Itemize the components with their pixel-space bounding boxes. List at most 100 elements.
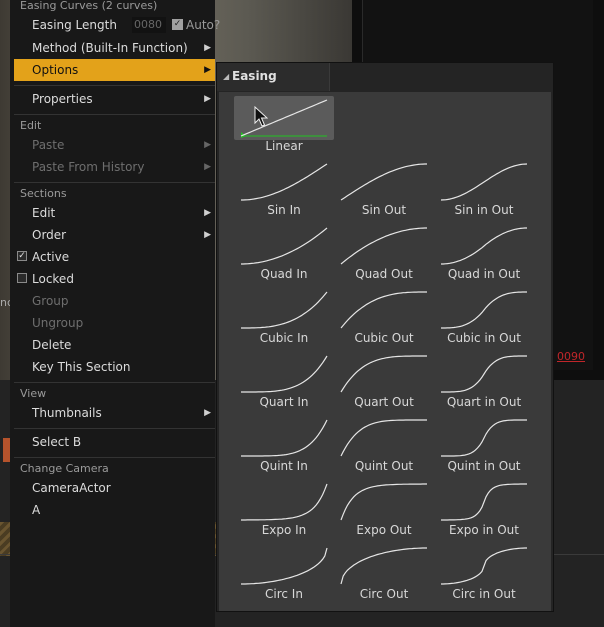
menu-item-group[interactable]: Group: [14, 290, 215, 312]
easing-curve-line: [441, 355, 527, 393]
menu-item-label: Paste: [32, 138, 65, 152]
menu-item-properties[interactable]: Properties ▶: [14, 88, 215, 110]
menu-item-paste-from-history[interactable]: Paste From History ▶: [14, 156, 215, 178]
menu-item-delete[interactable]: Delete: [14, 334, 215, 356]
easing-curve-line: [340, 227, 427, 265]
easing-option-quad-out[interactable]: Quad Out: [334, 224, 434, 288]
easing-option-expo-inout[interactable]: Expo in Out: [434, 480, 534, 544]
menu-header-change-camera: Change Camera: [20, 462, 109, 475]
menu-item-camera-a[interactable]: A: [14, 499, 215, 521]
easing-option-label: Expo Out: [356, 523, 412, 537]
easing-curve-graph: [241, 547, 328, 585]
easing-option-label: Quad Out: [355, 267, 413, 281]
easing-option-expo-in[interactable]: Expo In: [234, 480, 334, 544]
easing-option-quad-in[interactable]: Quad In: [234, 224, 334, 288]
menu-item-section-edit[interactable]: Edit ▶: [14, 202, 215, 224]
easing-option-quart-out[interactable]: Quart Out: [334, 352, 434, 416]
easing-curve-graph: [340, 419, 427, 457]
easing-curve-line: [340, 483, 427, 521]
submenu-arrow-icon: ▶: [204, 230, 211, 240]
menu-item-order[interactable]: Order ▶: [14, 224, 215, 246]
easing-curve-graph: [440, 163, 528, 201]
easing-option-quint-in[interactable]: Quint In: [234, 416, 334, 480]
easing-option-circ-out[interactable]: Circ Out: [334, 544, 434, 608]
easing-length-field[interactable]: 0080: [132, 17, 166, 33]
easing-option-label: Sin in Out: [454, 203, 514, 217]
easing-curve-graph: [240, 99, 328, 138]
easing-curve-graph: [340, 355, 427, 393]
easing-option-cubic-in[interactable]: Cubic In: [234, 288, 334, 352]
menu-item-select-b[interactable]: Select B: [14, 431, 215, 453]
easing-curve-line: [340, 163, 427, 201]
menu-item-label: Select B: [32, 435, 82, 449]
easing-curve-line: [241, 483, 328, 521]
easing-category-header[interactable]: ◢ Easing: [217, 63, 330, 91]
easing-option-expo-out[interactable]: Expo Out: [334, 480, 434, 544]
easing-curve-line: [441, 291, 527, 329]
easing-function-grid: Linear Sin In Sin Out Sin in Out Quad In Quad…: [219, 92, 551, 611]
easing-option-label: Quint in Out: [447, 459, 521, 473]
easing-option-label: Expo In: [261, 523, 307, 537]
easing-curve-line: [241, 163, 328, 201]
auto-checkbox[interactable]: ✓: [172, 19, 183, 30]
easing-option-label: Quart in Out: [446, 395, 522, 409]
easing-option-quad-inout[interactable]: Quad in Out: [434, 224, 534, 288]
easing-curve-line: [241, 355, 328, 393]
easing-option-sin-out[interactable]: Sin Out: [334, 160, 434, 224]
easing-option-quart-inout[interactable]: Quart in Out: [434, 352, 534, 416]
easing-option-quint-inout[interactable]: Quint in Out: [434, 416, 534, 480]
menu-item-label: Edit: [32, 206, 56, 220]
easing-option-circ-in[interactable]: Circ In: [234, 544, 334, 608]
menu-item-active[interactable]: ✓ Active: [14, 246, 215, 268]
easing-curve-graph: [340, 547, 427, 585]
menu-item-label: Method (Built-In Function): [32, 41, 188, 55]
easing-curve-graph: [441, 547, 527, 585]
submenu-arrow-icon: ▶: [204, 43, 211, 53]
menu-item-camera-actor[interactable]: CameraActor: [14, 477, 215, 499]
menu-item-ungroup[interactable]: Ungroup: [14, 312, 215, 334]
easing-option-label: Quart In: [259, 395, 309, 409]
easing-curve-graph: [241, 483, 328, 521]
active-checkbox[interactable]: ✓: [17, 251, 27, 261]
menu-item-label: Locked: [32, 272, 74, 286]
easing-option-cubic-out[interactable]: Cubic Out: [334, 288, 434, 352]
menu-item-options[interactable]: Options ▶: [14, 59, 215, 81]
easing-option-label: Quad In: [260, 267, 308, 281]
easing-option-sin-in[interactable]: Sin In: [234, 160, 334, 224]
easing-option-cubic-inout[interactable]: Cubic in Out: [434, 288, 534, 352]
mouse-cursor-icon: [254, 106, 268, 127]
easing-option-circ-inout[interactable]: Circ in Out: [434, 544, 534, 608]
easing-option-quart-in[interactable]: Quart In: [234, 352, 334, 416]
easing-curve-line: [340, 419, 427, 457]
easing-option-linear[interactable]: Linear: [234, 96, 334, 160]
easing-category-title: Easing: [232, 69, 277, 83]
easing-curve-graph: [441, 227, 527, 265]
submenu-arrow-icon: ▶: [204, 140, 211, 150]
easing-curve-graph: [441, 355, 527, 393]
menu-item-paste[interactable]: Paste ▶: [14, 134, 215, 156]
menu-item-method[interactable]: Method (Built-In Function) ▶: [14, 37, 215, 59]
easing-option-quint-out[interactable]: Quint Out: [334, 416, 434, 480]
submenu-arrow-icon: ▶: [204, 162, 211, 172]
menu-item-locked[interactable]: Locked: [14, 268, 215, 290]
submenu-arrow-icon: ▶: [204, 208, 211, 218]
easing-curve-line: [340, 291, 427, 329]
easing-length-row: Easing Length 0080 ✓ Auto?: [14, 14, 220, 36]
easing-curve-line: [241, 227, 328, 265]
easing-option-sin-inout[interactable]: Sin in Out: [434, 160, 534, 224]
easing-option-label: Sin In: [267, 203, 301, 217]
easing-option-label: Circ In: [265, 587, 303, 601]
menu-item-label: Paste From History: [32, 160, 145, 174]
locked-checkbox[interactable]: [17, 273, 27, 283]
collapse-triangle-icon[interactable]: ◢: [223, 72, 229, 81]
menu-item-thumbnails[interactable]: Thumbnails ▶: [14, 402, 215, 424]
easing-length-label: Easing Length: [32, 18, 117, 32]
easing-option-label: Quart Out: [354, 395, 414, 409]
menu-item-key-this-section[interactable]: Key This Section: [14, 356, 215, 378]
easing-option-label: Linear: [265, 139, 303, 153]
easing-option-label: Expo in Out: [449, 523, 519, 537]
menu-item-label: Group: [32, 294, 69, 308]
easing-curve-graph: [340, 163, 427, 201]
easing-curve-graph: [241, 227, 328, 265]
easing-curve-graph: [241, 355, 328, 393]
